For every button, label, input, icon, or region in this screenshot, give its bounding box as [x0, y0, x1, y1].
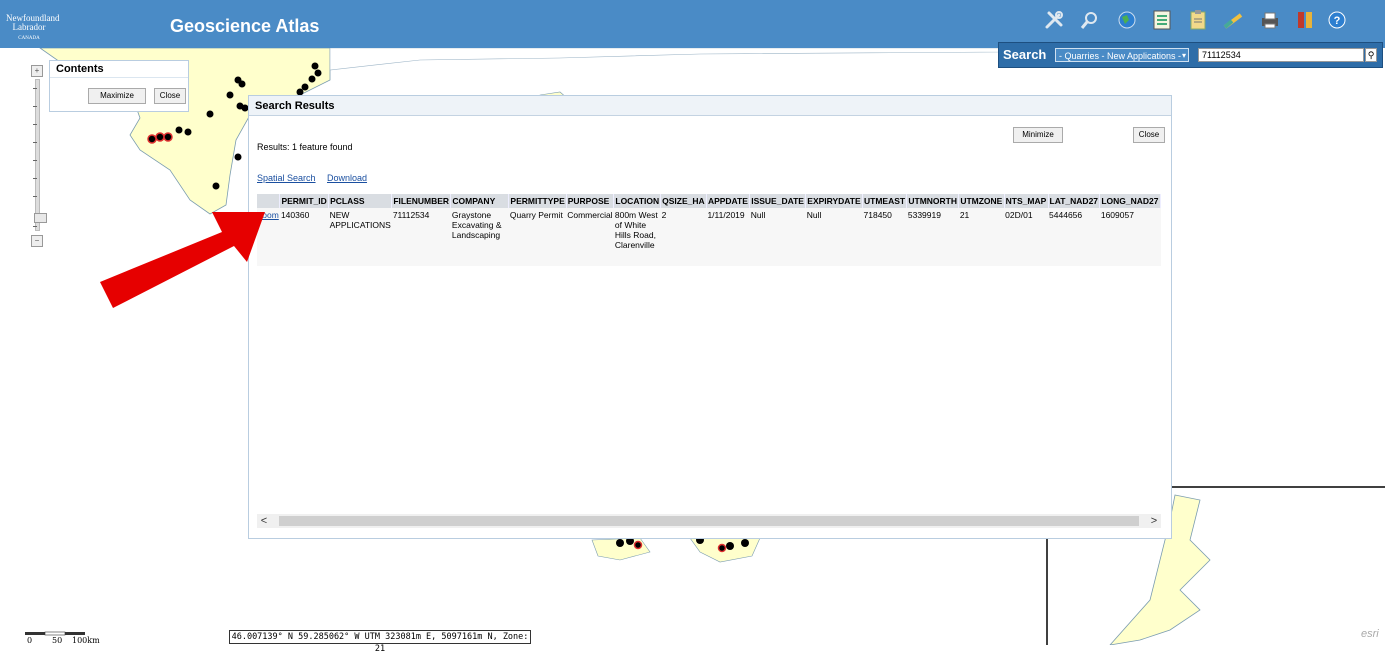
coordinate-readout: 46.007139° N 59.285062° W UTM 323081m E,…: [229, 630, 531, 654]
scale-label-50: 50: [52, 636, 63, 645]
esri-logo: esri: [1361, 628, 1379, 640]
red-arrow-annotation: [100, 212, 265, 308]
scale-label-100: 100km: [72, 636, 100, 645]
scale-label-0: 0: [27, 636, 33, 645]
